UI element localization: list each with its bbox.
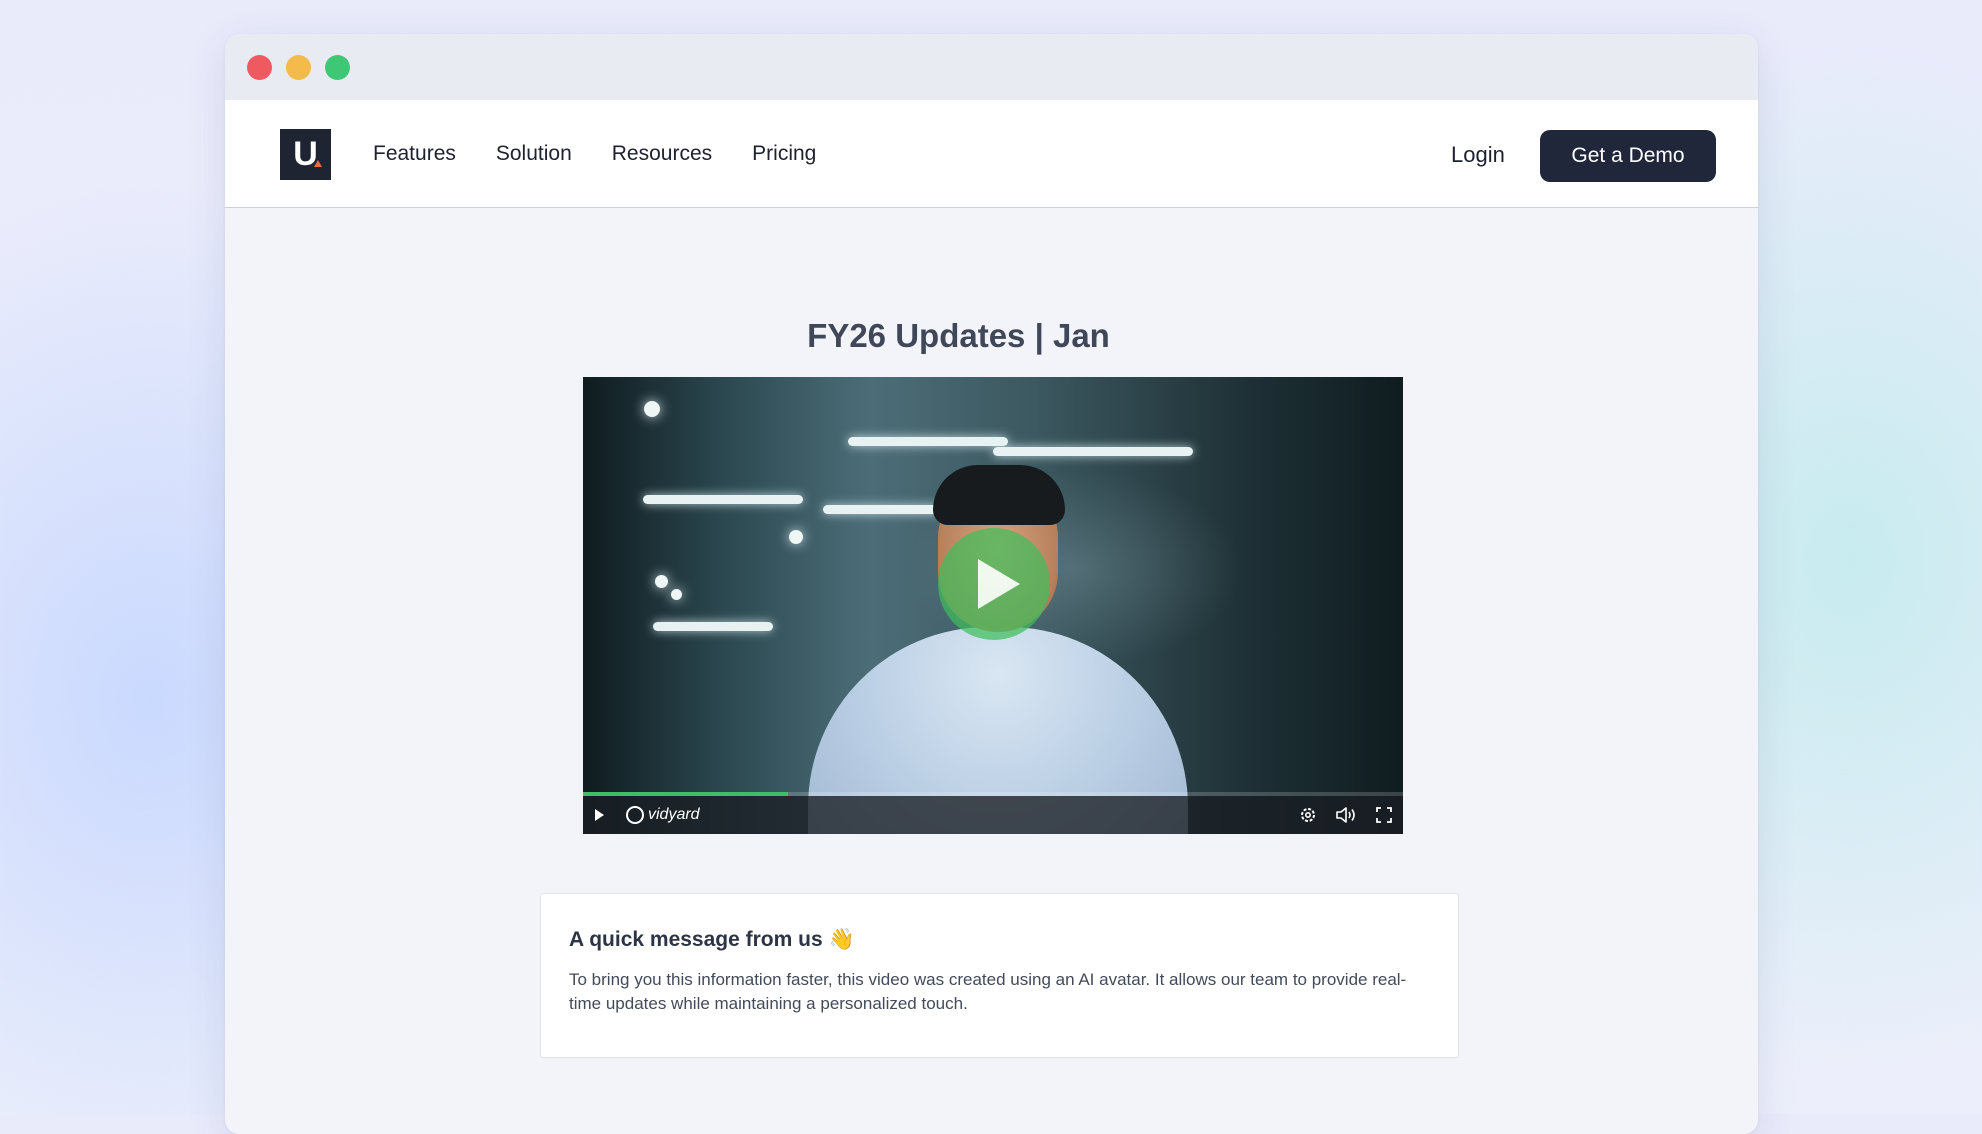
nav-link-pricing[interactable]: Pricing	[752, 142, 816, 166]
play-overlay-button[interactable]	[938, 528, 1050, 640]
vidyard-logo-icon	[626, 806, 644, 824]
site-logo[interactable]: U	[280, 129, 331, 180]
vidyard-brand-text: vidyard	[648, 806, 700, 823]
ai-avatar-notice-card: A quick message from us 👋 To bring you t…	[540, 893, 1459, 1058]
vidyard-logo[interactable]: vidyard	[626, 806, 700, 824]
video-bokeh-light	[655, 575, 668, 588]
play-icon	[978, 559, 1020, 609]
maximize-window-button[interactable]	[325, 55, 350, 80]
nav-link-features[interactable]: Features	[373, 142, 456, 166]
video-control-icons	[1299, 806, 1393, 824]
main-nav: Features Solution Resources Pricing	[373, 100, 816, 207]
nav-link-solution[interactable]: Solution	[496, 142, 572, 166]
window-titlebar	[225, 34, 1758, 100]
volume-icon[interactable]	[1335, 806, 1357, 824]
logo-letter: U	[293, 135, 318, 173]
notice-title: A quick message from us 👋	[569, 928, 855, 951]
video-ceiling-light	[653, 622, 773, 631]
video-bokeh-light	[789, 530, 803, 544]
video-ceiling-light	[643, 495, 803, 504]
logo-accent-icon	[314, 160, 322, 167]
presenter-hair	[933, 465, 1065, 525]
login-link[interactable]: Login	[1451, 142, 1505, 168]
video-ceiling-light	[993, 447, 1193, 456]
control-play-icon[interactable]	[595, 809, 604, 821]
site-header: U Features Solution Resources Pricing Lo…	[225, 100, 1758, 208]
get-demo-button[interactable]: Get a Demo	[1540, 130, 1716, 182]
video-bokeh-light	[644, 401, 660, 417]
video-controls: vidyard	[583, 796, 1403, 834]
nav-link-resources[interactable]: Resources	[612, 142, 712, 166]
video-bokeh-light	[671, 589, 682, 600]
video-ceiling-light	[848, 437, 1008, 446]
close-window-button[interactable]	[247, 55, 272, 80]
page-title: FY26 Updates | Jan	[807, 317, 1110, 355]
notice-body: To bring you this information faster, th…	[569, 970, 1407, 1013]
video-player[interactable]: vidyard	[583, 377, 1403, 834]
fullscreen-icon[interactable]	[1375, 806, 1393, 824]
minimize-window-button[interactable]	[286, 55, 311, 80]
browser-window: U Features Solution Resources Pricing Lo…	[225, 34, 1758, 1134]
settings-icon[interactable]	[1299, 806, 1317, 824]
